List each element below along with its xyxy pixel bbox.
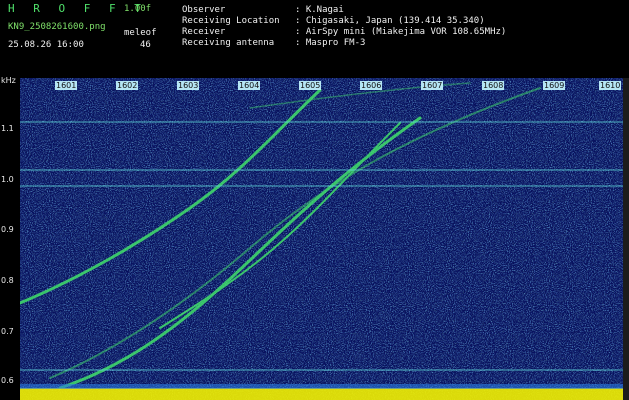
x-tick-label: 1602 bbox=[116, 81, 139, 90]
x-tick-label: 1607 bbox=[421, 81, 444, 90]
location-value: : Chigasaki, Japan (139.414 35.340) bbox=[295, 16, 485, 26]
spectrogram-canvas[interactable] bbox=[20, 78, 623, 400]
antenna-label: Receiving antenna bbox=[182, 38, 275, 48]
file-name: KN9_2508261600.png bbox=[8, 22, 106, 32]
signal-speckle bbox=[20, 78, 623, 400]
y-tick-label: 0.8 bbox=[1, 276, 14, 285]
spectrogram-svg bbox=[20, 78, 623, 400]
antenna-value: : Maspro FM-3 bbox=[295, 38, 366, 48]
x-tick-label: 1605 bbox=[299, 81, 322, 90]
location-label: Receiving Location bbox=[182, 16, 280, 26]
observer-label: Observer bbox=[182, 5, 226, 15]
date-time: 25.08.26 16:00 bbox=[8, 40, 84, 50]
y-tick-label: 1.1 bbox=[1, 124, 14, 133]
app-version: 1.00f bbox=[124, 4, 152, 14]
y-tick-label: 0.6 bbox=[1, 376, 14, 385]
x-tick-label: 1601 bbox=[55, 81, 78, 90]
baseline-edge bbox=[20, 384, 623, 389]
x-tick-label: 1604 bbox=[238, 81, 261, 90]
observer-value: : K.Nagai bbox=[295, 5, 344, 15]
y-tick-label: 0.9 bbox=[1, 225, 14, 234]
y-axis-unit: kHz bbox=[1, 76, 16, 85]
y-tick-label: 0.7 bbox=[1, 327, 14, 336]
baseline-band bbox=[20, 388, 623, 400]
x-tick-label: 1606 bbox=[360, 81, 383, 90]
receiver-label: Receiver bbox=[182, 27, 226, 37]
right-scale-bar bbox=[623, 78, 629, 400]
x-tick-label: 1610 bbox=[599, 81, 622, 90]
header-panel: H R O F F T 1.00f KN9_2508261600.png 25.… bbox=[0, 0, 629, 78]
y-axis: kHz 1.1 1.0 0.9 0.8 0.7 0.6 bbox=[0, 76, 20, 400]
x-tick-label: 1608 bbox=[482, 81, 505, 90]
x-tick-label: 1603 bbox=[177, 81, 200, 90]
receiver-value: : AirSpy mini (Miakejima VOR 108.65MHz) bbox=[295, 27, 507, 37]
x-tick-label: 1609 bbox=[543, 81, 566, 90]
meleof-value: 46 bbox=[140, 40, 151, 50]
y-tick-label: 1.0 bbox=[1, 175, 14, 184]
meleof-label: meleof bbox=[124, 28, 157, 38]
